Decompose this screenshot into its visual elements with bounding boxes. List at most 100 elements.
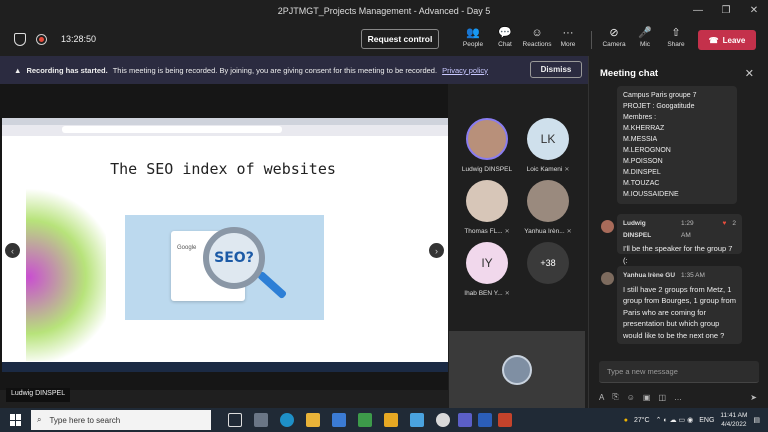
store-icon[interactable]	[332, 413, 346, 427]
more-participants-button[interactable]: +38	[518, 242, 578, 284]
windows-start-icon[interactable]	[10, 414, 22, 426]
people-button[interactable]: 👥 People	[457, 26, 489, 54]
windows-taskbar: ⌕ Type here to search ● 27°C ⌃ ◐ ☁ ▭ ◉ E…	[0, 408, 768, 432]
shield-icon[interactable]	[14, 32, 26, 46]
slide-decoration	[26, 177, 106, 361]
slide-title: The SEO index of websites	[110, 160, 336, 178]
emoji-icon[interactable]: ☺	[627, 393, 635, 402]
reaction-count: 2	[732, 220, 736, 227]
sticker-icon[interactable]: ◫	[658, 393, 666, 402]
privacy-policy-link[interactable]: Privacy policy	[442, 66, 488, 75]
send-icon[interactable]: ➤	[750, 393, 757, 402]
weather-icon[interactable]: ●	[624, 417, 628, 424]
chat-message: Yanhua Irène GU 1:35 AM I still have 2 g…	[617, 266, 742, 344]
message-author: Yanhua Irène GU	[623, 272, 676, 279]
share-icon: ⇧	[671, 27, 681, 39]
presenter-name: Ludwig DINSPEL	[6, 388, 71, 402]
presentation-slide: The SEO index of websites Google SEO?	[26, 137, 420, 361]
attach-icon[interactable]: ⎘	[612, 392, 618, 402]
window-controls: — ❐ ✕	[684, 0, 768, 22]
camera-off-icon: ⊘	[609, 27, 619, 39]
browser-urlbar	[62, 126, 282, 133]
message-input[interactable]: Type a new message	[599, 361, 759, 383]
chat-message: Campus Paris groupe 7 PROJET : Googatitu…	[617, 86, 737, 204]
chat-icon: 💬	[498, 27, 512, 39]
powerpoint-icon[interactable]	[498, 413, 512, 427]
meeting-toolbar: 13:28:50 Request control 👥 People 💬 Chat…	[0, 22, 768, 56]
notification-icon[interactable]: ▤	[753, 416, 760, 424]
tray-icons[interactable]: ⌃ ◐ ☁ ▭ ◉	[656, 416, 694, 424]
avatar	[527, 180, 569, 222]
mic-off-icon: ✕	[566, 229, 572, 235]
mic-off-icon: ✕	[504, 291, 510, 297]
window-title: 2PJTMGT_Projects Management - Advanced -…	[277, 6, 491, 16]
avatar	[466, 180, 508, 222]
maximize-button[interactable]: ❐	[712, 0, 740, 22]
avatar: IY	[466, 242, 508, 284]
taskbar-search[interactable]: ⌕ Type here to search	[31, 410, 211, 430]
toolbar-divider	[591, 31, 592, 49]
word-icon[interactable]	[478, 413, 492, 427]
message-time: 1:35 AM	[681, 272, 705, 279]
more-options-icon[interactable]: …	[674, 393, 682, 402]
avatar	[502, 355, 532, 385]
weather-temp: 27°C	[633, 416, 650, 424]
people-icon: 👥	[466, 27, 480, 39]
participant-tile[interactable]: Yanhua Irèn... ✕	[518, 180, 578, 235]
chat-title: Meeting chat	[600, 67, 659, 79]
chat-button[interactable]: 💬 Chat	[489, 26, 521, 54]
camera-button[interactable]: ⊘ Camera	[598, 26, 630, 54]
participant-name: Ihab BEN Y... ✕	[464, 290, 510, 297]
mic-off-icon: 🎤	[638, 27, 652, 39]
reactions-button[interactable]: ☺ Reactions	[521, 26, 553, 54]
message-text: I still have 2 groups from Metz, 1 group…	[623, 284, 736, 340]
seo-label: SEO?	[214, 250, 254, 266]
banner-text: This meeting is being recorded. By joini…	[112, 65, 438, 75]
chevron-left-icon[interactable]: ‹	[5, 243, 20, 258]
search-icon: ⌕	[37, 415, 42, 424]
app-icon[interactable]	[384, 413, 398, 427]
teams-icon[interactable]	[458, 413, 472, 427]
format-icon[interactable]: A	[599, 393, 604, 402]
shared-screen-stage: The SEO index of websites Google SEO? ‹ …	[0, 84, 448, 390]
chevron-right-icon[interactable]: ›	[429, 243, 444, 258]
mic-button[interactable]: 🎤 Mic	[629, 26, 661, 54]
chat-message: Ludwig DINSPEL 1:29 AM ♥ 2 I'll be the s…	[617, 214, 742, 265]
participant-tile[interactable]: Thomas FL... ✕	[457, 180, 517, 235]
compose-toolbar: A ⎘ ☺ ▣ ◫ … ➤	[599, 389, 759, 405]
participant-name: Ludwig DINSPEL	[461, 166, 513, 173]
recording-icon	[36, 33, 47, 45]
overflow-count: +38	[527, 242, 569, 284]
participant-tile[interactable]: IY Ihab BEN Y... ✕	[457, 242, 517, 297]
share-button[interactable]: ⇧ Share	[660, 26, 692, 54]
participant-tile[interactable]: LK Loic Kameni ✕	[518, 118, 578, 173]
app-icon[interactable]	[358, 413, 372, 427]
dismiss-button[interactable]: Dismiss	[530, 61, 582, 78]
task-view-icon[interactable]	[228, 413, 242, 427]
leave-button[interactable]: ☎ Leave	[698, 30, 756, 50]
participant-name: Yanhua Irèn... ✕	[524, 228, 572, 235]
chrome-icon[interactable]	[436, 413, 450, 427]
more-button[interactable]: ··· More	[552, 26, 584, 54]
avatar	[466, 118, 508, 160]
magnifier-handle	[256, 270, 288, 300]
avatar	[601, 272, 614, 285]
request-control-button[interactable]: Request control	[361, 29, 439, 49]
mic-off-icon: ✕	[564, 167, 570, 173]
edge-icon[interactable]	[280, 413, 294, 427]
app-icon[interactable]	[410, 413, 424, 427]
file-explorer-icon[interactable]	[306, 413, 320, 427]
chat-header: Meeting chat ✕	[589, 56, 768, 90]
minimize-button[interactable]: —	[684, 0, 712, 22]
info-icon: ▲	[14, 65, 22, 75]
close-window-button[interactable]: ✕	[740, 0, 768, 22]
heart-icon[interactable]: ♥	[723, 218, 727, 241]
widgets-icon[interactable]	[254, 413, 268, 427]
taskbar-clock[interactable]: 11:41 AM 4/4/2022	[720, 411, 747, 429]
participant-tile[interactable]: Ludwig DINSPEL	[457, 118, 517, 173]
gif-icon[interactable]: ▣	[643, 393, 651, 402]
language-indicator[interactable]: ENG	[699, 417, 714, 424]
message-text: I'll be the speaker for the group 7 (:	[623, 244, 733, 265]
close-icon[interactable]: ✕	[745, 67, 754, 80]
message-time: 1:29 AM	[680, 220, 694, 239]
